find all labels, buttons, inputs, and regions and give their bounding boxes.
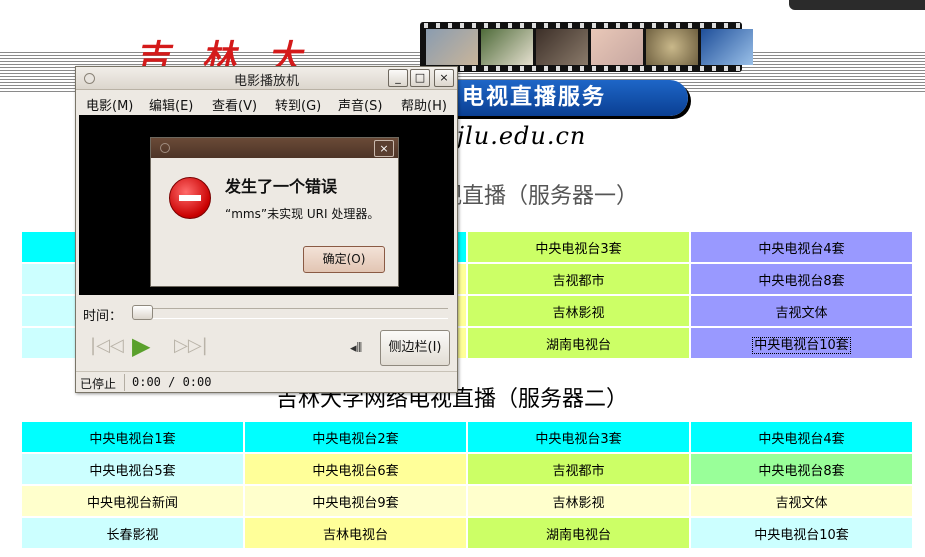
film-frame [701, 29, 753, 65]
channel-cell[interactable]: 吉林影视 [468, 486, 689, 516]
channel-cell[interactable]: 中央电视台2套 [245, 422, 466, 452]
maximize-button[interactable]: □ [410, 69, 430, 87]
player-titlebar[interactable]: 电影播放机 _ □ × [76, 67, 457, 90]
channel-cell[interactable]: 中央电视台4套 [691, 232, 912, 262]
time-display: 0:00 / 0:00 [132, 375, 212, 389]
channel-cell[interactable]: 吉林影视 [468, 296, 689, 326]
channel-cell[interactable]: 中央电视台6套 [245, 454, 466, 484]
film-strip-banner [420, 22, 753, 72]
logo: 吉林大学 [124, 38, 341, 127]
skip-forward-icon[interactable]: ▷▷| [174, 335, 208, 363]
error-heading: 发生了一个错误 [225, 177, 338, 196]
menu-help[interactable]: 帮助(H) [401, 95, 447, 114]
menu-sound[interactable]: 声音(S) [338, 95, 382, 114]
film-holes-top [420, 23, 742, 28]
error-message: “mms”未实现 URI 处理器。 [225, 207, 380, 221]
sidebar-button[interactable]: 侧边栏(I) [380, 330, 450, 366]
skip-back-icon[interactable]: |◁◁ [90, 335, 124, 363]
dialog-close-button[interactable]: × [374, 140, 394, 157]
channel-cell[interactable]: 中央电视台8套 [691, 454, 912, 484]
site-url: .jlu.edu.cn [448, 122, 587, 150]
channel-cell[interactable]: 吉视文体 [691, 296, 912, 326]
section1-title: 视直播（服务器一） [440, 184, 639, 209]
channel-cell[interactable]: 吉视都市 [468, 454, 689, 484]
play-icon[interactable]: ▶ [132, 332, 150, 360]
channel-cell[interactable]: 中央电视台4套 [691, 422, 912, 452]
channel-cell[interactable]: 中央电视台5套 [22, 454, 243, 484]
channel-cell[interactable]: 中央电视台3套 [468, 232, 689, 262]
service-banner: 电视直播服务 [440, 80, 688, 116]
channel-table-server2: 中央电视台1套 中央电视台2套 中央电视台3套 中央电视台4套 中央电视台5套 … [20, 420, 914, 550]
channel-cell[interactable]: 长春影视 [22, 518, 243, 548]
channel-link-focused[interactable]: 中央电视台10套 [752, 336, 851, 354]
channel-cell[interactable]: 中央电视台9套 [245, 486, 466, 516]
ok-button[interactable]: 确定(O) [303, 246, 385, 273]
seek-track[interactable] [132, 308, 448, 319]
film-frame [481, 29, 533, 65]
channel-cell[interactable]: 中央电视台新闻 [22, 486, 243, 516]
channel-cell[interactable]: 湖南电视台 [468, 518, 689, 548]
menu-view[interactable]: 查看(V) [212, 95, 257, 114]
channel-cell[interactable]: 中央电视台1套 [22, 422, 243, 452]
status-bar: 已停止 0:00 / 0:00 [76, 371, 457, 393]
menu-go[interactable]: 转到(G) [275, 95, 321, 114]
film-frames [426, 29, 753, 65]
film-frame [426, 29, 478, 65]
menubar: 电影(M) 编辑(E) 查看(V) 转到(G) 声音(S) 帮助(H) [76, 90, 457, 114]
channel-cell[interactable]: 吉视都市 [468, 264, 689, 294]
close-button[interactable]: × [434, 69, 454, 87]
channel-cell[interactable]: 中央电视台8套 [691, 264, 912, 294]
dialog-menu-icon[interactable] [160, 143, 170, 153]
seek-slider[interactable] [132, 305, 153, 320]
channel-cell[interactable]: 中央电视台3套 [468, 422, 689, 452]
film-frame [646, 29, 698, 65]
channel-cell[interactable]: 吉林电视台 [245, 518, 466, 548]
time-label: 时间： [83, 309, 123, 324]
menu-edit[interactable]: 编辑(E) [149, 95, 193, 114]
channel-cell[interactable]: 中央电视台10套 [691, 328, 912, 358]
channel-cell[interactable]: 湖南电视台 [468, 328, 689, 358]
menu-movie[interactable]: 电影(M) [86, 95, 133, 114]
volume-icon[interactable]: ◂⦀ [350, 341, 362, 369]
status-separator [124, 374, 125, 391]
channel-cell[interactable]: 中央电视台10套 [691, 518, 912, 548]
error-icon [169, 177, 211, 219]
top-bar [789, 0, 925, 10]
film-frame [591, 29, 643, 65]
dialog-titlebar[interactable]: × [151, 138, 398, 158]
film-frame [536, 29, 588, 65]
status-text: 已停止 [80, 377, 117, 391]
minimize-button[interactable]: _ [388, 69, 408, 87]
film-holes-bottom [420, 66, 742, 71]
channel-cell[interactable]: 吉视文体 [691, 486, 912, 516]
error-dialog: × 发生了一个错误 “mms”未实现 URI 处理器。 确定(O) [150, 137, 399, 287]
